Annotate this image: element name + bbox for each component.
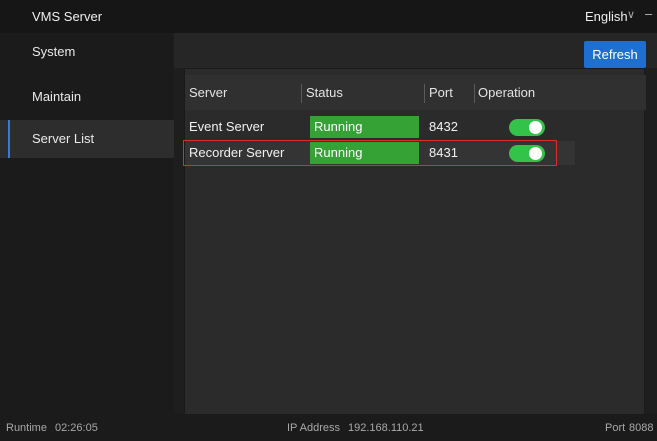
runtime-label: Runtime — [6, 422, 47, 434]
title-bar: VMS Server English ∨ – — [0, 0, 657, 33]
selection-highlight — [183, 140, 557, 166]
sidebar-item-label: Maintain — [32, 89, 82, 104]
toggle-knob — [529, 121, 542, 134]
status-badge: Running — [310, 116, 419, 138]
ip-address-label: IP Address — [287, 422, 340, 434]
port-value: 8088 — [629, 422, 654, 434]
column-header-port[interactable]: Port — [429, 75, 453, 110]
port-label: Port — [605, 422, 626, 434]
sidebar-item-label: Server List — [32, 131, 95, 146]
column-divider[interactable] — [424, 84, 425, 103]
column-header-server[interactable]: Server — [189, 75, 227, 110]
table-row[interactable]: Recorder Server Running 8431 — [183, 140, 575, 166]
server-toggle[interactable] — [509, 119, 545, 136]
sidebar-item-label: System — [32, 44, 76, 59]
app-title: VMS Server — [32, 9, 103, 24]
ip-address-value: 192.168.110.21 — [348, 422, 424, 434]
runtime-value: 02:26:05 — [55, 422, 98, 434]
table-header: Server Status Port Operation — [185, 75, 646, 110]
column-divider[interactable] — [474, 84, 475, 103]
sidebar-item-system[interactable]: System — [0, 33, 174, 71]
sidebar: System Maintain Server List — [0, 33, 174, 414]
server-table: Server Status Port Operation Event Serve… — [183, 68, 646, 433]
minimize-icon[interactable]: – — [645, 6, 652, 21]
sidebar-item-maintain[interactable]: Maintain — [0, 78, 174, 116]
active-indicator — [8, 120, 10, 158]
server-name: Event Server — [189, 119, 265, 134]
table-row[interactable]: Event Server Running 8432 — [185, 115, 575, 139]
sidebar-item-server-list[interactable]: Server List — [0, 120, 174, 158]
column-divider[interactable] — [301, 84, 302, 103]
refresh-button[interactable]: Refresh — [584, 41, 646, 68]
main-content: Refresh Server Status Port Operation Eve… — [174, 33, 657, 433]
status-bar: Runtime 02:26:05 IP Address 192.168.110.… — [0, 414, 657, 441]
chevron-down-icon[interactable]: ∨ — [627, 8, 635, 21]
language-select[interactable]: English — [585, 9, 628, 24]
port-value: 8432 — [429, 119, 458, 134]
column-header-operation[interactable]: Operation — [478, 75, 535, 110]
column-header-status[interactable]: Status — [306, 75, 343, 110]
